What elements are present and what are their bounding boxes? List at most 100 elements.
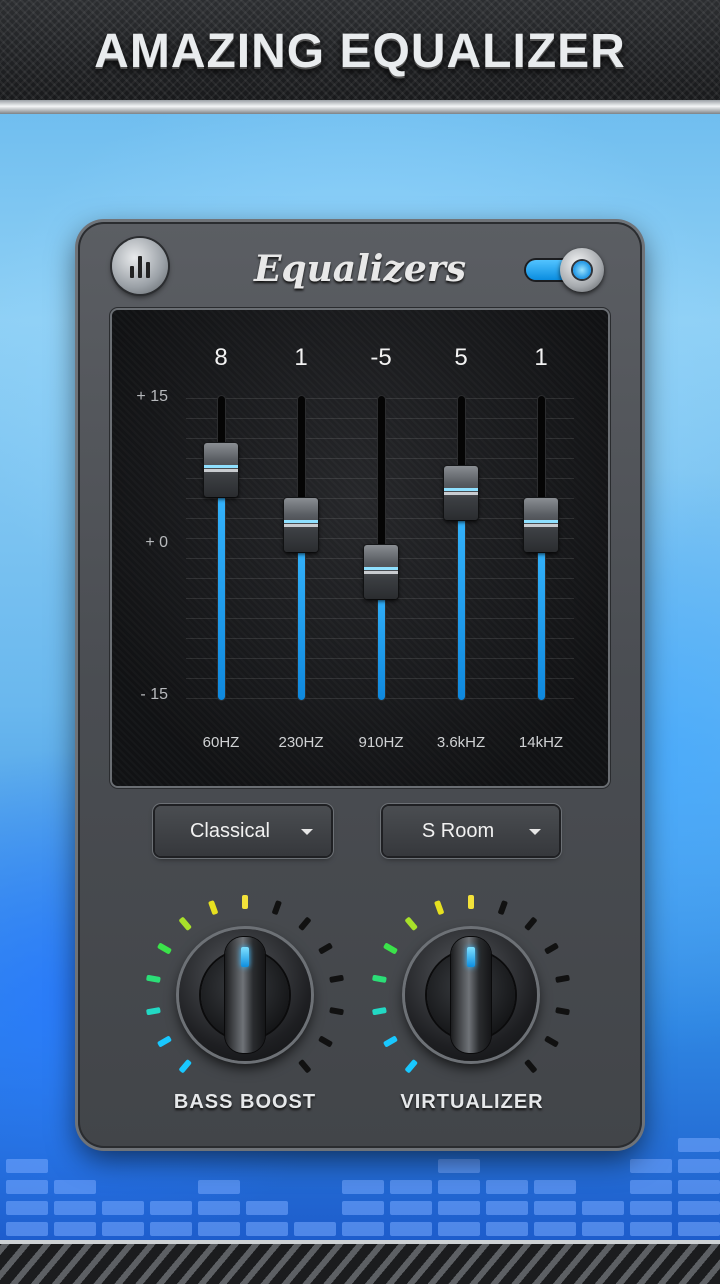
banner-edge — [0, 100, 720, 114]
band-value: 1 — [294, 344, 308, 371]
db-label-bottom: - 15 — [140, 686, 168, 703]
knob-tick — [145, 1006, 161, 1016]
spectrum-block — [486, 1222, 528, 1236]
knob-tick — [382, 942, 399, 955]
equalizer-bars-icon — [130, 254, 150, 278]
spectrum-block — [438, 1180, 480, 1194]
virtualizer-label: VIRTUALIZER — [400, 1091, 544, 1113]
panel-title: Equalizers — [253, 248, 467, 290]
bass-boost-knob[interactable] — [145, 895, 345, 1095]
band-slider-thumb[interactable] — [284, 497, 318, 552]
spectrum-block — [198, 1222, 240, 1236]
spectrum-block — [342, 1201, 384, 1215]
spectrum-block — [534, 1222, 576, 1236]
db-label-top: + 15 — [136, 388, 168, 405]
knob-indicator — [241, 947, 249, 967]
spectrum-block — [582, 1222, 624, 1236]
spectrum-block — [678, 1222, 720, 1236]
knob-tick — [382, 1035, 399, 1048]
caret-down-icon — [301, 829, 313, 835]
band-slider-thumb[interactable] — [364, 545, 398, 600]
knob-tick — [178, 1058, 193, 1074]
reverb-label: S Room — [421, 820, 495, 842]
knob-indicator — [467, 947, 475, 967]
spectrum-block — [150, 1222, 192, 1236]
knob-tick — [497, 900, 509, 916]
preset-label: Classical — [189, 820, 271, 842]
spectrum-block — [54, 1180, 96, 1194]
knob-tick — [555, 974, 571, 984]
reverb-dropdown[interactable]: S Room — [383, 806, 559, 856]
spectrum-block — [54, 1222, 96, 1236]
spectrum-block — [246, 1222, 288, 1236]
knob-tick — [145, 974, 161, 984]
spectrum-block — [294, 1222, 336, 1236]
caret-down-icon — [529, 829, 541, 835]
knob-body — [179, 929, 311, 1061]
spectrum-block — [390, 1201, 432, 1215]
spectrum-block — [198, 1201, 240, 1215]
knob-tick — [271, 900, 283, 916]
toggle-switch-icon — [560, 248, 604, 292]
spectrum-block — [534, 1180, 576, 1194]
band-value: 8 — [214, 344, 228, 371]
knob-tick — [543, 1035, 560, 1048]
spectrum-block — [54, 1201, 96, 1215]
band-frequency: 910HZ — [358, 734, 404, 751]
spectrum-block — [6, 1201, 48, 1215]
spectrum-block — [438, 1201, 480, 1215]
top-banner: AMAZING EQUALIZER — [0, 0, 720, 108]
knob-tick — [404, 916, 419, 932]
spectrum-block — [486, 1180, 528, 1194]
spectrum-block — [102, 1201, 144, 1215]
menu-button[interactable] — [112, 238, 168, 294]
knob-tick — [371, 1006, 387, 1016]
spectrum-block — [150, 1201, 192, 1215]
spectrum-block — [6, 1180, 48, 1194]
knob-tick — [207, 900, 219, 916]
spectrum-block — [630, 1201, 672, 1215]
knob-tick — [317, 942, 334, 955]
spectrum-block — [630, 1159, 672, 1173]
spectrum-block — [486, 1201, 528, 1215]
band-slider-fill — [458, 493, 465, 700]
knob-tick — [433, 900, 445, 916]
band-slider-thumb[interactable] — [524, 497, 558, 552]
band-value: 5 — [454, 344, 468, 371]
knob-tick — [543, 942, 560, 955]
spectrum-block — [678, 1180, 720, 1194]
spectrum-block — [678, 1159, 720, 1173]
band-slider-track[interactable] — [458, 396, 465, 700]
spectrum-block — [342, 1222, 384, 1236]
band-slider-track[interactable] — [218, 396, 225, 700]
banner-title: AMAZING EQUALIZER — [94, 25, 626, 78]
band-frequency: 3.6kHZ — [436, 734, 486, 751]
db-label-middle: + 0 — [145, 534, 168, 551]
spectrum-block — [198, 1180, 240, 1194]
knob-tick — [555, 1006, 571, 1016]
preset-dropdown[interactable]: Classical — [155, 806, 331, 856]
spectrum-block — [102, 1222, 144, 1236]
knob-tick — [178, 916, 193, 932]
band-slider-thumb[interactable] — [204, 442, 238, 497]
knob-tick — [468, 895, 474, 909]
knob-tick — [242, 895, 248, 909]
band-slider-thumb[interactable] — [444, 466, 478, 521]
virtualizer-knob[interactable] — [371, 895, 571, 1095]
bottom-strip — [0, 1240, 720, 1284]
band-frequency: 60HZ — [202, 734, 240, 751]
spectrum-block — [678, 1201, 720, 1215]
spectrum-block — [6, 1222, 48, 1236]
spectrum-block — [438, 1222, 480, 1236]
spectrum-block — [678, 1138, 720, 1152]
band-frequency: 14kHZ — [518, 734, 564, 751]
spectrum-block — [342, 1180, 384, 1194]
knob-tick — [156, 942, 173, 955]
eq-screen: + 15 + 0 - 15 8 60HZ 1 230HZ -5 910HZ 5 3.6kHZ 1… — [112, 310, 608, 786]
power-toggle[interactable] — [526, 248, 604, 292]
spectrum-block — [6, 1159, 48, 1173]
knob-tick — [297, 1058, 312, 1074]
spectrum-block — [390, 1180, 432, 1194]
spectrum-block — [390, 1222, 432, 1236]
band-frequency: 230HZ — [278, 734, 324, 751]
